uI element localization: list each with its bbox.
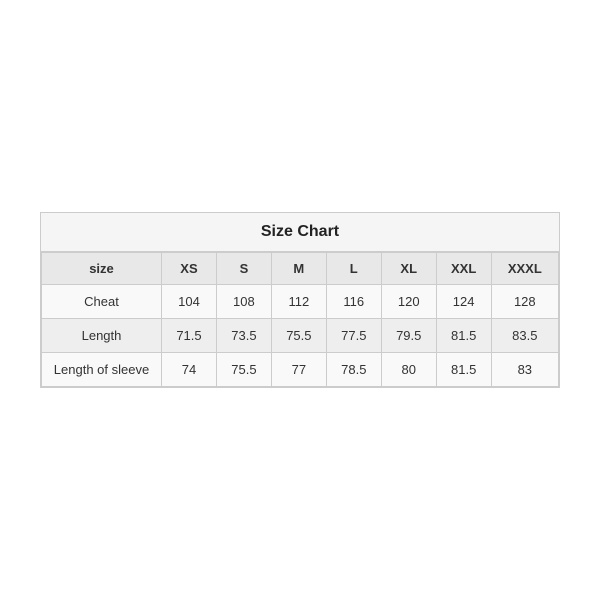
cell-0-6: 128	[491, 285, 558, 319]
cell-0-3: 116	[326, 285, 381, 319]
col-header-XXL: XXL	[436, 253, 491, 285]
cell-0-1: 108	[216, 285, 271, 319]
row-label-0: Cheat	[42, 285, 162, 319]
col-header-XL: XL	[381, 253, 436, 285]
cell-0-5: 124	[436, 285, 491, 319]
cell-2-5: 81.5	[436, 353, 491, 387]
cell-1-4: 79.5	[381, 319, 436, 353]
cell-2-1: 75.5	[216, 353, 271, 387]
size-chart-container: Size Chart sizeXSSMLXLXXLXXXL Cheat10410…	[40, 212, 560, 388]
row-label-2: Length of sleeve	[42, 353, 162, 387]
cell-2-0: 74	[162, 353, 217, 387]
cell-1-6: 83.5	[491, 319, 558, 353]
cell-2-2: 77	[271, 353, 326, 387]
cell-1-3: 77.5	[326, 319, 381, 353]
cell-1-2: 75.5	[271, 319, 326, 353]
header-row: sizeXSSMLXLXXLXXXL	[42, 253, 559, 285]
cell-0-4: 120	[381, 285, 436, 319]
chart-title: Size Chart	[261, 223, 339, 240]
row-label-1: Length	[42, 319, 162, 353]
table-row: Cheat104108112116120124128	[42, 285, 559, 319]
cell-1-0: 71.5	[162, 319, 217, 353]
table-header: sizeXSSMLXLXXLXXXL	[42, 253, 559, 285]
col-header-XS: XS	[162, 253, 217, 285]
table-row: Length71.573.575.577.579.581.583.5	[42, 319, 559, 353]
table-body: Cheat104108112116120124128Length71.573.5…	[42, 285, 559, 387]
size-chart-table: sizeXSSMLXLXXLXXXL Cheat1041081121161201…	[41, 252, 559, 387]
col-header-L: L	[326, 253, 381, 285]
cell-2-3: 78.5	[326, 353, 381, 387]
col-header-M: M	[271, 253, 326, 285]
size-col-header: size	[42, 253, 162, 285]
col-header-S: S	[216, 253, 271, 285]
cell-2-6: 83	[491, 353, 558, 387]
cell-2-4: 80	[381, 353, 436, 387]
cell-0-2: 112	[271, 285, 326, 319]
col-header-XXXL: XXXL	[491, 253, 558, 285]
chart-title-row: Size Chart	[41, 213, 559, 252]
table-row: Length of sleeve7475.57778.58081.583	[42, 353, 559, 387]
cell-1-1: 73.5	[216, 319, 271, 353]
cell-1-5: 81.5	[436, 319, 491, 353]
cell-0-0: 104	[162, 285, 217, 319]
